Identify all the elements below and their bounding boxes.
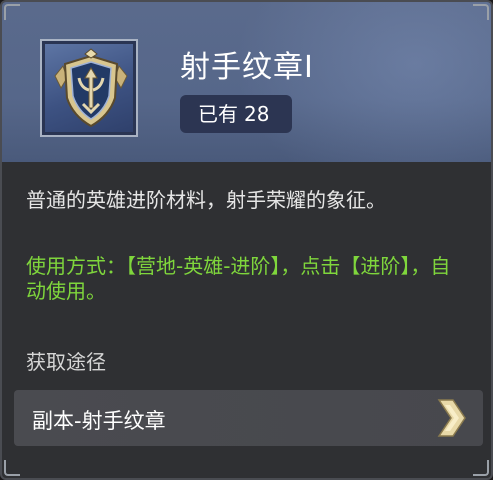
chevron-right-icon[interactable] — [431, 396, 471, 440]
owned-count: 28 — [244, 102, 270, 126]
frame-corner-top-left — [4, 4, 20, 20]
item-description: 普通的英雄进阶材料，射手荣耀的象征。 — [26, 188, 386, 212]
sources-title: 获取途径 — [26, 350, 106, 374]
owned-label: 已有 — [198, 102, 238, 126]
archer-crest-shield-icon — [54, 48, 128, 128]
frame-corner-bottom-right — [473, 460, 489, 476]
source-item-label: 副本-射手纹章 — [32, 409, 166, 433]
item-tooltip-panel: 射手纹章I 已有 28 普通的英雄进阶材料，射手荣耀的象征。 使用方式：【营地-英… — [0, 0, 493, 480]
source-item-dungeon[interactable]: 副本-射手纹章 — [14, 390, 483, 446]
owned-count-badge: 已有 28 — [180, 95, 292, 133]
item-name: 射手纹章I — [180, 50, 314, 85]
item-header: 射手纹章I 已有 28 — [2, 2, 491, 162]
frame-corner-bottom-left — [4, 460, 20, 476]
item-icon-frame — [40, 39, 138, 137]
frame-corner-top-right — [473, 4, 489, 20]
item-usage-instructions: 使用方式：【营地-英雄-进阶】，点击【进阶】，自动使用。 — [26, 254, 451, 303]
